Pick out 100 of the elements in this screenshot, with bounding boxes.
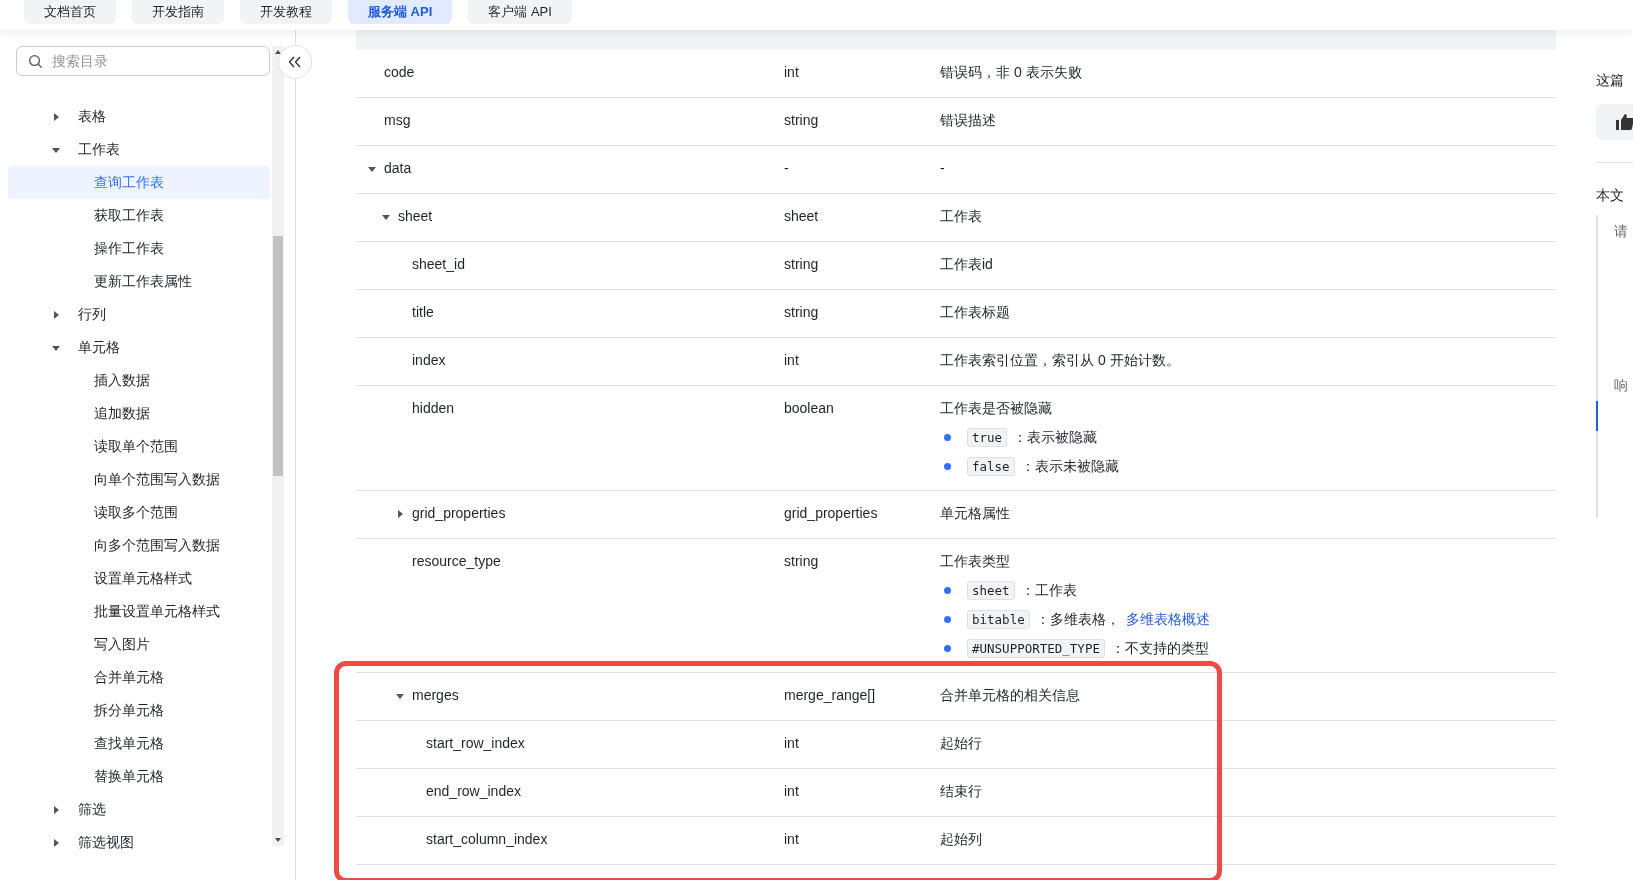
search-field[interactable]: 搜索目录: [16, 46, 270, 76]
caret-down-icon[interactable]: [382, 213, 390, 221]
field-type: string: [784, 112, 819, 128]
value-description: ：表示被隐藏: [1013, 428, 1098, 447]
nav-item[interactable]: 向多个范围写入数据: [8, 529, 270, 562]
bullet-icon: [944, 434, 951, 441]
nav-tab[interactable]: 服务端 API: [348, 0, 453, 24]
nav-item[interactable]: 单元格: [8, 331, 270, 364]
value-description: ：多维表格，: [1035, 610, 1120, 629]
nav-item[interactable]: 向单个范围写入数据: [8, 463, 270, 496]
code-value: sheet: [967, 581, 1015, 600]
code-value: bitable: [967, 610, 1030, 629]
field-description: 工作表是否被隐藏: [940, 400, 1053, 418]
code-value: #UNSUPPORTED_TYPE: [967, 639, 1105, 658]
field-name: code: [384, 64, 415, 80]
nav-item[interactable]: 批量设置单元格样式: [8, 595, 270, 628]
toc-active-indicator: [1596, 401, 1598, 431]
field-type: -: [784, 160, 789, 176]
bullet-icon: [944, 463, 951, 470]
nav-item[interactable]: 更新工作表属性: [8, 265, 270, 298]
field-name: hidden: [412, 400, 455, 416]
toc-title: 本文: [1596, 187, 1625, 205]
field-name: start_row_index: [426, 735, 525, 751]
field-description: 工作表id: [940, 256, 994, 274]
field-type: string: [784, 304, 819, 320]
value-description: ：工作表: [1020, 581, 1077, 600]
nav-item[interactable]: 拆分单元格: [8, 694, 270, 727]
field-type: string: [784, 256, 819, 272]
code-value: false: [967, 457, 1015, 476]
field-description: 结束行: [940, 783, 983, 801]
thumbs-up-icon: [1616, 114, 1633, 130]
caret-right-icon[interactable]: [396, 510, 404, 518]
field-name: start_column_index: [426, 831, 548, 847]
field-name: sheet_id: [412, 256, 465, 272]
field-description: -: [940, 160, 946, 176]
field-description: 合并单元格的相关信息: [940, 687, 1081, 705]
field-name: grid_properties: [412, 505, 506, 521]
nav-tab[interactable]: 开发教程: [240, 0, 332, 24]
value-description: ：不支持的类型: [1110, 639, 1209, 658]
nav-item[interactable]: 表格: [8, 100, 270, 133]
nav-item[interactable]: 查询工作表: [8, 166, 270, 199]
field-type: boolean: [784, 400, 834, 416]
caret-down-icon[interactable]: [396, 692, 404, 700]
field-type: int: [784, 64, 799, 80]
field-name: sheet: [398, 208, 433, 224]
field-description: 起始列: [940, 831, 983, 849]
nav-item[interactable]: 读取多个范围: [8, 496, 270, 529]
nav-item[interactable]: 设置单元格样式: [8, 562, 270, 595]
nav-tab[interactable]: 客户端 API: [468, 0, 572, 24]
nav-item[interactable]: 追加数据: [8, 397, 270, 430]
nav-tab[interactable]: 文档首页: [24, 0, 116, 24]
field-type: int: [784, 352, 799, 368]
nav-tab[interactable]: 开发指南: [132, 0, 224, 24]
collapse-button[interactable]: [278, 45, 312, 79]
chevrons-left-icon: [288, 56, 302, 68]
field-description: 工作表索引位置，索引从 0 开始计数。: [940, 352, 1181, 370]
nav-item[interactable]: 筛选视图: [8, 826, 270, 859]
nav-item[interactable]: 插入数据: [8, 364, 270, 397]
doc-link[interactable]: 多维表格概述: [1125, 610, 1210, 629]
nav-item[interactable]: 获取工作表: [8, 199, 270, 232]
bullet-icon: [944, 587, 951, 594]
field-name: end_row_index: [426, 783, 521, 799]
nav-item[interactable]: 操作工作表: [8, 232, 270, 265]
field-type: merge_range[]: [784, 687, 876, 703]
toc-item[interactable]: 响: [1598, 377, 1633, 395]
toc-item[interactable]: 请: [1598, 223, 1633, 241]
feedback-title: 这篇: [1596, 72, 1625, 90]
bullet-icon: [944, 645, 951, 652]
field-name: data: [384, 160, 412, 176]
caret-down-icon[interactable]: [368, 165, 376, 173]
field-type: int: [784, 783, 799, 799]
scrollbar[interactable]: [272, 46, 284, 846]
bullet-icon: [944, 616, 951, 623]
field-description: 起始行: [940, 735, 983, 753]
nav-item[interactable]: 筛选: [8, 793, 270, 826]
field-type: string: [784, 553, 819, 569]
code-value: true: [967, 428, 1008, 447]
field-description: 错误码，非 0 表示失败: [940, 64, 1083, 82]
nav-item[interactable]: 合并单元格: [8, 661, 270, 694]
field-name: title: [412, 304, 434, 320]
field-description: 错误描述: [940, 112, 997, 130]
nav-item[interactable]: 替换单元格: [8, 760, 270, 793]
field-type: grid_properties: [784, 505, 878, 521]
field-name: merges: [412, 687, 459, 703]
field-description: 工作表: [940, 208, 983, 226]
value-description: ：表示未被隐藏: [1020, 457, 1119, 476]
field-type: int: [784, 831, 799, 847]
field-name: msg: [384, 112, 411, 128]
field-description: 单元格属性: [940, 505, 1011, 523]
field-type: int: [784, 735, 799, 751]
field-name: index: [412, 352, 446, 368]
nav-item[interactable]: 写入图片: [8, 628, 270, 661]
nav-item[interactable]: 工作表: [8, 133, 270, 166]
nav-item[interactable]: 行列: [8, 298, 270, 331]
field-name: resource_type: [412, 553, 501, 569]
nav-item[interactable]: 查找单元格: [8, 727, 270, 760]
nav-item[interactable]: 读取单个范围: [8, 430, 270, 463]
field-type: sheet: [784, 208, 819, 224]
field-description: 工作表类型: [940, 553, 1011, 571]
field-description: 工作表标题: [940, 304, 1011, 322]
